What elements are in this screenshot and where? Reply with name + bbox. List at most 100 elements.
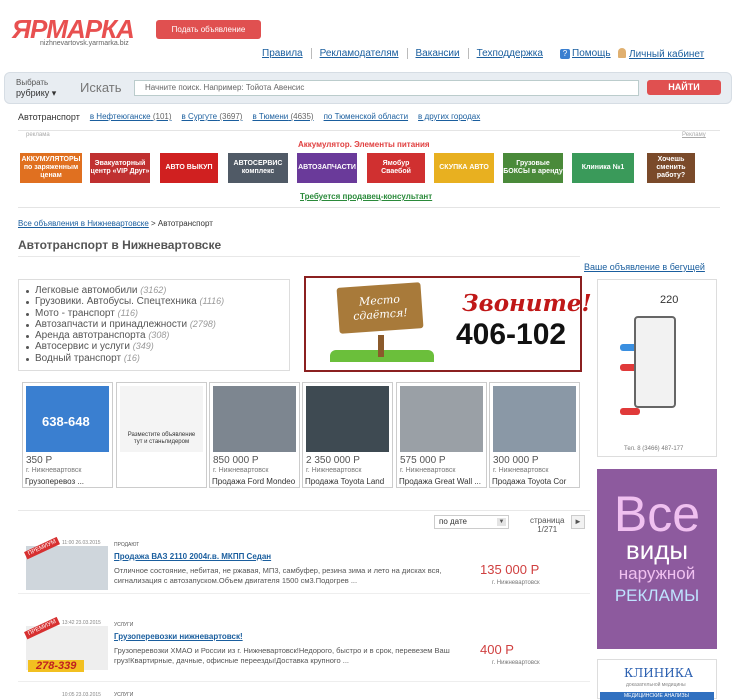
- category-label: Аренда автотранспорта: [35, 330, 146, 342]
- thumb-card[interactable]: 575 000 Рг. Нижневартовск Продажа Great W…: [396, 382, 487, 488]
- region-link-tyumen[interactable]: в Тюмени (4635): [252, 112, 313, 122]
- listing-date: 13:42 23.03.2015: [62, 620, 101, 626]
- rubric-select[interactable]: Выбрать рубрику ▾: [16, 78, 56, 98]
- search-button[interactable]: НАЙТИ: [647, 80, 721, 95]
- thumb-city: г. Нижневартовск: [26, 467, 82, 474]
- region-links: Автотранспорт в Нефтеюганске (101) в Сур…: [18, 112, 480, 122]
- thumb-card[interactable]: 300 000 Рг. Нижневартовск Продажа Toyota …: [489, 382, 580, 488]
- listing-row[interactable]: ПРЕМИУМ 11:00 26.03.2015 ПРОДАЮТ Продажа…: [18, 536, 590, 594]
- listing-phone: 278-339: [28, 660, 85, 672]
- thumb-image[interactable]: [213, 386, 296, 452]
- category-item[interactable]: Водный транспорт (16): [26, 353, 289, 364]
- ad-banner[interactable]: Хочешь сменить работу?: [647, 153, 695, 183]
- ad-line: наружной: [618, 564, 696, 583]
- ad-banner[interactable]: АККУМУЛЯТОРЫ по заряженным ценам: [20, 153, 82, 183]
- listing-category: УСЛУГИ: [114, 622, 134, 628]
- thumb-price: 2 350 000 Р: [306, 455, 360, 466]
- nav-vacancies-link[interactable]: Вакансии: [406, 48, 468, 59]
- ad-banner[interactable]: Эвакуаторный центр «VIP Друг»: [90, 153, 150, 183]
- thumb-image[interactable]: [493, 386, 576, 452]
- thumb-card[interactable]: 2 350 000 Рг. Нижневартовск Продажа Toyot…: [302, 382, 393, 488]
- listing-title[interactable]: Продажа ВАЗ 2110 2004г.в. МКПП Седан: [114, 552, 271, 561]
- user-icon: [618, 48, 626, 58]
- category-item[interactable]: Аренда автотранспорта (308): [26, 330, 289, 342]
- thumb-image[interactable]: [400, 386, 483, 452]
- ad-banner[interactable]: АВТОСЕРВИС комплекс: [228, 153, 288, 183]
- category-item[interactable]: Легковые автомобили (3162): [26, 285, 289, 296]
- page-value: 1/271: [537, 525, 558, 534]
- divider: [18, 256, 580, 257]
- category-count: (349): [132, 341, 154, 352]
- ad-banner[interactable]: АВТОЗАПЧАСТИ: [297, 153, 357, 183]
- thumb-name[interactable]: Продажа Toyota Cor: [492, 477, 578, 486]
- thumb-name[interactable]: Продажа Ford Mondeo: [212, 477, 298, 486]
- ad-subtitle: доказательной медицины: [626, 682, 686, 688]
- rubric-label: Выбрать: [16, 78, 49, 87]
- thumb-card[interactable]: 850 000 Рг. Нижневартовск Продажа Ford Mo…: [209, 382, 300, 488]
- category-item[interactable]: Автозапчасти и принадлежности (2798): [26, 319, 289, 330]
- thumb-name[interactable]: Грузоперевоз ...: [25, 477, 111, 486]
- thumb-image[interactable]: [306, 386, 389, 452]
- category-label: Легковые автомобили: [35, 285, 138, 296]
- region-link-other-cities[interactable]: в других городах: [418, 112, 480, 122]
- listing-city: г. Нижневартовск: [492, 660, 540, 666]
- ticker-ad-link[interactable]: Ваше объявление в бегущей: [584, 262, 705, 272]
- listing-description: Грузоперевозки ХМАО и России из г. Нижне…: [114, 646, 450, 665]
- ad-banner[interactable]: Клиника №1: [572, 153, 634, 183]
- breadcrumb-link[interactable]: Все объявления в Нижневартовске: [18, 219, 149, 228]
- category-item[interactable]: Грузовики. Автобусы. Спецтехника (1116): [26, 296, 289, 308]
- cabinet-label: Личный кабинет: [629, 49, 705, 60]
- category-label: Грузовики. Автобусы. Спецтехника: [35, 296, 197, 308]
- ad-text-link[interactable]: Аккумулятор. Элементы питания: [298, 140, 430, 149]
- thumb-card[interactable]: Разместите объявление тут и станьлидером: [116, 382, 207, 488]
- region-count: (3697): [219, 112, 243, 121]
- post-ad-button[interactable]: Подать объявление: [156, 20, 261, 39]
- region-link-tyumen-oblast[interactable]: по Тюменской области: [324, 112, 408, 122]
- ad-banner[interactable]: АВТО ВЫКУП: [160, 153, 218, 183]
- region-label: в Тюмени: [252, 112, 289, 121]
- listing-row[interactable]: ПРЕМИУМ 278-339 13:42 23.03.2015 УСЛУГИ …: [18, 616, 590, 682]
- next-page-button[interactable]: ►: [571, 515, 585, 529]
- thumb-price: 575 000 Р: [400, 455, 446, 466]
- page-title: Автотранспорт в Нижневартовске: [18, 238, 222, 252]
- thumb-card[interactable]: 638-648 350 Рг. Нижневартовск Грузоперевоз…: [22, 382, 113, 488]
- pipe-graphic: [620, 408, 640, 415]
- region-count: (4635): [290, 112, 314, 121]
- thumb-city: г. Нижневартовск: [400, 467, 456, 474]
- listing-category: УСЛУГИ: [114, 692, 134, 698]
- category-item[interactable]: Мото - транспорт (116): [26, 308, 289, 319]
- help-link[interactable]: ? Помощь: [560, 48, 611, 59]
- right-ad-outdoor[interactable]: Все виды наружной РЕКЛАМЫ: [597, 469, 717, 649]
- ad-number: 220: [660, 294, 679, 306]
- site-domain: nizhnevartovsk.yarmarka.biz: [40, 40, 129, 47]
- nav-advertisers-link[interactable]: Рекламодателям: [310, 48, 407, 59]
- listing-city: г. Нижневартовск: [492, 580, 540, 586]
- category-item[interactable]: Автосервис и услуги (349): [26, 341, 289, 353]
- ad-banner[interactable]: Грузовые БОКСЫ в аренду: [503, 153, 563, 183]
- search-input[interactable]: Начните поиск. Например: Тойота Авенсис: [134, 80, 639, 96]
- right-ad-clinic[interactable]: КЛИНИКА доказательной медицины МЕДИЦИНСК…: [597, 659, 717, 700]
- category-count: (308): [148, 330, 170, 341]
- category-label: Автосервис и услуги: [35, 341, 130, 353]
- thumb-image[interactable]: 638-648: [26, 386, 109, 452]
- region-link-nefteyugansk[interactable]: в Нефтеюганске (101): [90, 112, 172, 122]
- nav-support-link[interactable]: Техподдержка: [467, 48, 551, 59]
- nav-rules-link[interactable]: Правила: [262, 48, 311, 59]
- thumb-name[interactable]: Продажа Toyota Land: [305, 477, 391, 486]
- region-label: по Тюменской области: [323, 112, 409, 121]
- ad-banner[interactable]: СКУПКА АВТО: [434, 153, 494, 183]
- ad-headline: Все: [613, 486, 701, 542]
- ad-vacancy-link[interactable]: Требуется продавец-консультант: [300, 192, 432, 201]
- listing-category: ПРОДАЮТ: [114, 542, 140, 548]
- thumb-image[interactable]: Разместите объявление тут и станьлидером: [120, 386, 203, 452]
- ad-order-link[interactable]: Рекламу: [682, 132, 706, 138]
- cabinet-link[interactable]: Личный кабинет: [618, 48, 704, 60]
- listing-row[interactable]: 10:05 23.03.2015 УСЛУГИ: [18, 692, 590, 700]
- sort-select[interactable]: по дате ▼: [434, 515, 509, 529]
- thumb-name[interactable]: Продажа Great Wall ...: [399, 477, 485, 486]
- chevron-down-icon: ▾: [51, 88, 57, 98]
- region-link-surgut[interactable]: в Сургуте (3697): [182, 112, 243, 122]
- right-ad-heating[interactable]: 220 Тел. 8 (3466) 487-177: [597, 279, 717, 457]
- listing-title[interactable]: Грузоперевозки нижневартовск!: [114, 632, 243, 641]
- ad-banner[interactable]: Ямобур Сваебой: [367, 153, 425, 183]
